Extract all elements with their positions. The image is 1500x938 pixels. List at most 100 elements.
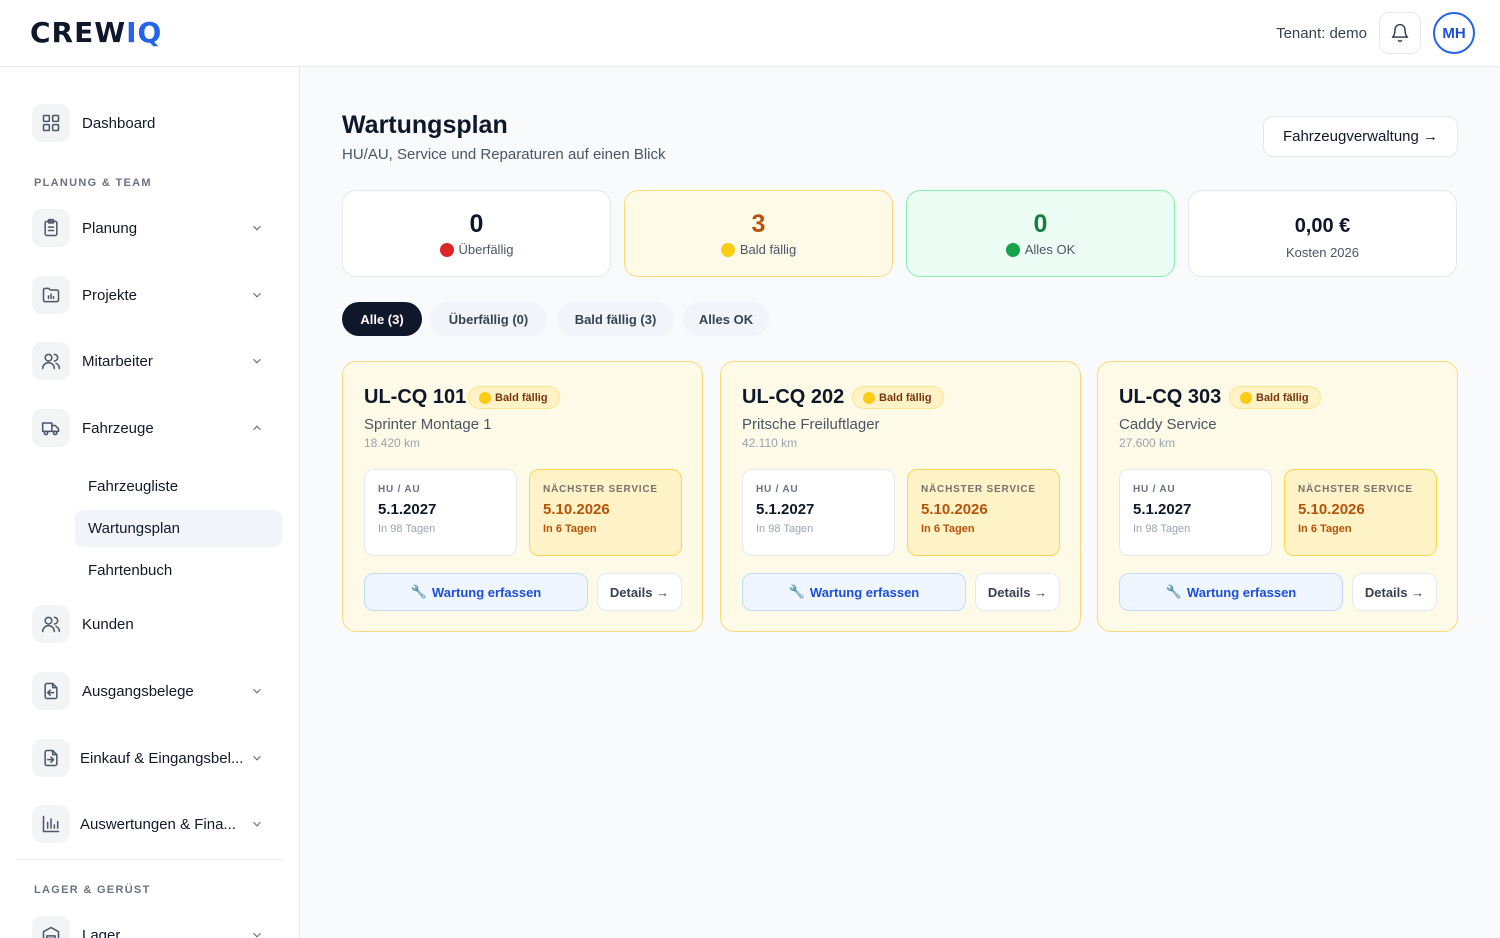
hu-relative: In 98 Tagen — [378, 523, 436, 535]
chevron-up-icon — [253, 425, 261, 431]
hu-relative: In 98 Tagen — [756, 523, 814, 535]
yellow-dot-icon — [1240, 391, 1252, 404]
sidebar-item-label: Planung — [82, 219, 138, 237]
sidebar-subitem-fahrtenbuch[interactable]: Fahrtenbuch — [75, 552, 282, 589]
vehicle-plate: UL-CQ 101 — [364, 386, 467, 408]
sidebar-item-fahrzeuge[interactable]: Fahrzeuge — [16, 406, 282, 450]
status-badge: Bald fällig — [1229, 386, 1321, 409]
yellow-dot-icon — [479, 391, 491, 404]
record-maintenance-button[interactable]: 🔧 Wartung erfassen — [1119, 573, 1343, 611]
chevron-down-icon — [253, 225, 261, 231]
sidebar-item-lager[interactable]: Lager — [16, 913, 282, 938]
filter-due-soon[interactable]: Bald fällig (3) — [557, 302, 674, 336]
sidebar-subitem-fahrzeugliste[interactable]: Fahrzeugliste — [75, 468, 282, 505]
vehicle-name: Pritsche Freiluftlager — [742, 416, 880, 433]
section-planning: PLANUNG & TEAM — [34, 177, 152, 189]
section-lager: LAGER & GERÜST — [34, 884, 151, 896]
sidebar-item-dashboard[interactable]: Dashboard — [16, 101, 282, 145]
filter-all[interactable]: Alle (3) — [342, 302, 422, 336]
sidebar-item-kunden[interactable]: Kunden — [16, 602, 282, 646]
sidebar-item-auswertungen[interactable]: Auswertungen & Fina... — [16, 802, 282, 846]
details-button[interactable]: Details → — [597, 573, 682, 611]
record-maintenance-button[interactable]: 🔧 Wartung erfassen — [742, 573, 966, 611]
stat-label: Alles OK — [1024, 242, 1076, 257]
users-icon — [41, 616, 61, 633]
fleet-management-button[interactable]: Fahrzeugverwaltung → — [1263, 116, 1458, 157]
wrench-icon: 🔧 — [1165, 584, 1182, 599]
grid-icon — [42, 114, 60, 132]
sidebar-item-label: Mitarbeiter — [82, 352, 153, 370]
service-date: 5.10.2026 — [921, 501, 988, 518]
stat-overdue: 0 Überfällig — [342, 190, 611, 277]
top-bar: CREWIQ Tenant: demo MH — [0, 0, 1500, 67]
hu-date: 5.1.2027 — [378, 501, 437, 518]
logo[interactable]: CREWIQ — [30, 18, 162, 48]
sidebar-item-label: Projekte — [82, 286, 138, 304]
sidebar-divider — [16, 859, 282, 860]
sidebar-item-mitarbeiter[interactable]: Mitarbeiter — [16, 339, 282, 383]
chevron-down-icon — [253, 688, 261, 694]
sidebar-item-einkauf[interactable]: Einkauf & Eingangsbel... — [16, 736, 282, 780]
user-avatar[interactable]: MH — [1433, 12, 1475, 54]
wrench-icon: 🔧 — [788, 584, 805, 599]
sidebar-item-ausgangsbelege[interactable]: Ausgangsbelege — [16, 669, 282, 713]
stat-all-ok: 0 Alles OK — [906, 190, 1175, 277]
wrench-icon: 🔧 — [410, 584, 427, 599]
hu-au-box: HU / AU 5.1.2027 In 98 Tagen — [742, 469, 895, 556]
details-button[interactable]: Details → — [1352, 573, 1437, 611]
record-maintenance-button[interactable]: 🔧 Wartung erfassen — [364, 573, 588, 611]
sidebar-item-label: Ausgangsbelege — [82, 682, 194, 700]
status-badge: Bald fällig — [468, 386, 560, 409]
green-dot-icon — [1005, 242, 1020, 257]
sidebar-item-label: Fahrzeuge — [82, 419, 154, 437]
filter-all-ok[interactable]: Alles OK — [683, 302, 769, 336]
sidebar-item-projekte[interactable]: Projekte — [16, 273, 282, 317]
page-subtitle: HU/AU, Service und Reparaturen auf einen… — [342, 146, 666, 163]
file-import-icon — [44, 749, 58, 767]
tenant-label: Tenant: demo — [1276, 25, 1367, 42]
hu-relative: In 98 Tagen — [1133, 523, 1191, 535]
page-title: Wartungsplan — [342, 111, 508, 139]
chevron-down-icon — [253, 755, 261, 761]
stat-label: Kosten 2026 — [1285, 245, 1359, 260]
details-button[interactable]: Details → — [975, 573, 1060, 611]
vehicle-name: Caddy Service — [1119, 416, 1217, 433]
hu-au-box: HU / AU 5.1.2027 In 98 Tagen — [1119, 469, 1272, 556]
stat-value: 0,00 € — [1294, 215, 1351, 237]
notifications-button[interactable] — [1379, 12, 1421, 54]
vehicle-name: Sprinter Montage 1 — [364, 416, 492, 433]
service-relative: In 6 Tagen — [543, 523, 597, 535]
service-relative: In 6 Tagen — [921, 523, 975, 535]
truck-icon — [41, 422, 60, 436]
sidebar-item-planung[interactable]: Planung — [16, 206, 282, 250]
file-export-icon — [44, 682, 58, 700]
filter-overdue[interactable]: Überfällig (0) — [430, 302, 547, 336]
warehouse-icon — [42, 926, 60, 938]
vehicle-mileage: 18.420 km — [364, 436, 421, 450]
vehicle-plate: UL-CQ 202 — [742, 386, 845, 408]
sidebar: Dashboard PLANUNG & TEAM Planung Projekt… — [0, 67, 300, 938]
next-service-box: NÄCHSTER SERVICE 5.10.2026 In 6 Tagen — [1284, 469, 1437, 556]
hu-date: 5.1.2027 — [756, 501, 815, 518]
clipboard-icon — [44, 218, 58, 237]
stat-value: 3 — [751, 210, 766, 238]
vehicle-card: UL-CQ 101 Bald fällig Sprinter Montage 1… — [342, 361, 703, 632]
next-service-box: NÄCHSTER SERVICE 5.10.2026 In 6 Tagen — [907, 469, 1060, 556]
vehicle-plate: UL-CQ 303 — [1119, 386, 1222, 408]
chevron-down-icon — [253, 292, 261, 298]
chevron-down-icon — [253, 932, 261, 938]
vehicle-card: UL-CQ 202 Bald fällig Pritsche Freiluftl… — [720, 361, 1081, 632]
stat-value: 0 — [1033, 210, 1048, 238]
users-icon — [41, 353, 61, 370]
sidebar-item-label: Einkauf & Eingangsbel... — [80, 749, 244, 767]
sidebar-subitem-wartungsplan[interactable]: Wartungsplan — [75, 510, 282, 547]
main-content: Wartungsplan HU/AU, Service und Reparatu… — [300, 67, 1500, 938]
vehicle-card: UL-CQ 303 Bald fällig Caddy Service 27.6… — [1097, 361, 1458, 632]
sidebar-item-label: Lager — [82, 926, 121, 938]
service-date: 5.10.2026 — [543, 501, 610, 518]
chevron-down-icon — [253, 358, 261, 364]
stat-label: Überfällig — [458, 242, 514, 257]
bell-icon — [1391, 23, 1409, 43]
chevron-down-icon — [253, 821, 261, 827]
sidebar-item-label: Kunden — [82, 615, 134, 633]
